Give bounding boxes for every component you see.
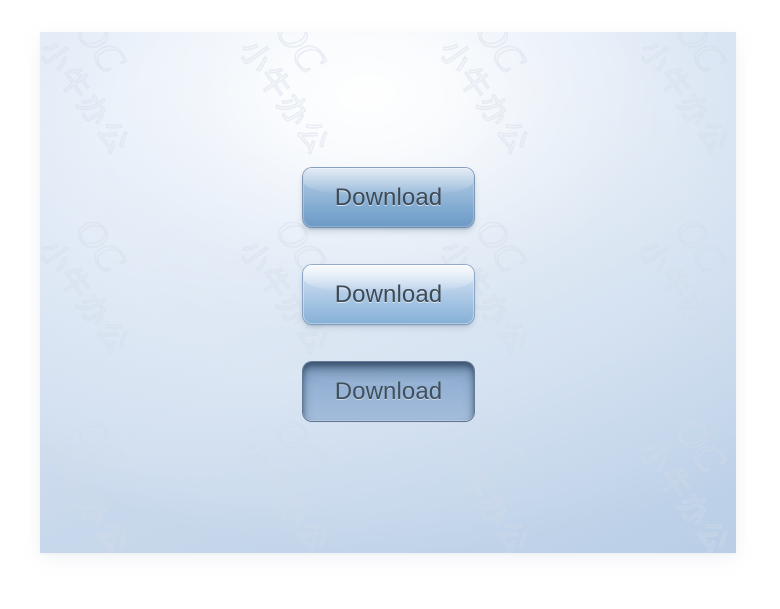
svg-text:小牛办公: 小牛办公 [40, 434, 136, 553]
page-stage: OC 小牛办公 OC 小牛办公 OC 小牛办公 OC 小牛办公 OC 小牛办公 OC 小牛办公 OC 小牛… [0, 0, 780, 609]
watermark-tile: OC 小牛办公 [40, 392, 200, 553]
svg-text:OC: OC [666, 409, 735, 481]
svg-text:小牛办公: 小牛办公 [40, 234, 136, 362]
watermark-tile: OC 小牛办公 [600, 32, 736, 192]
watermark-tile: OC 小牛办公 [600, 192, 736, 392]
svg-text:小牛办公: 小牛办公 [632, 234, 736, 362]
svg-text:OC: OC [266, 32, 335, 82]
svg-text:小牛办公: 小牛办公 [432, 434, 536, 553]
download-button-stack: Download Download Download [303, 168, 503, 421]
svg-text:小牛办公: 小牛办公 [232, 34, 336, 162]
download-button-hover-label: Download [334, 281, 443, 308]
svg-text:小牛办公: 小牛办公 [232, 434, 336, 553]
svg-text:OC: OC [466, 32, 535, 82]
download-button-pressed-label: Download [334, 378, 443, 405]
watermark-tile: OC 小牛办公 [40, 32, 200, 192]
svg-text:小牛办公: 小牛办公 [40, 34, 136, 162]
download-button-normal[interactable]: Download [303, 168, 474, 227]
download-button-pressed[interactable]: Download [303, 362, 474, 421]
svg-text:OC: OC [66, 32, 135, 82]
watermark-tile: OC 小牛办公 [600, 392, 736, 553]
svg-text:OC: OC [666, 209, 735, 281]
svg-text:小牛办公: 小牛办公 [632, 434, 736, 553]
download-button-hover[interactable]: Download [303, 265, 474, 324]
svg-text:OC: OC [66, 209, 135, 281]
svg-text:小牛办公: 小牛办公 [632, 34, 736, 162]
svg-text:小牛办公: 小牛办公 [432, 34, 536, 162]
svg-text:OC: OC [66, 409, 135, 481]
watermark-tile: OC 小牛办公 [40, 192, 200, 392]
button-showcase-canvas: OC 小牛办公 OC 小牛办公 OC 小牛办公 OC 小牛办公 OC 小牛办公 OC 小牛办公 OC 小牛… [40, 32, 736, 553]
svg-text:OC: OC [666, 32, 735, 82]
download-button-normal-label: Download [334, 184, 443, 211]
